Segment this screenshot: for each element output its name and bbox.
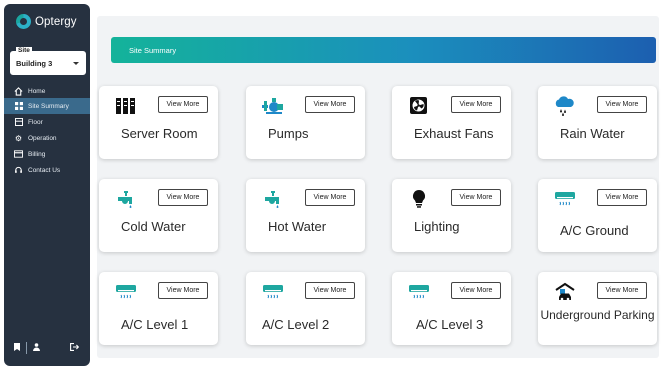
sidebar-item-label: Billing — [28, 150, 46, 158]
card-title: Pumps — [268, 126, 309, 141]
card-underground-parking[interactable]: View More Underground Parking — [538, 272, 657, 345]
card-title: A/C Level 2 — [262, 317, 330, 332]
card-exhaust-fans[interactable]: View More Exhaust Fans — [392, 86, 511, 159]
faucet-icon — [262, 189, 284, 209]
view-more-button[interactable]: View More — [451, 189, 501, 206]
card-ac-level-3[interactable]: View More A/C Level 3 — [392, 272, 511, 345]
view-more-button[interactable]: View More — [597, 189, 647, 206]
banner-title: Site Summary — [129, 46, 177, 55]
card-lighting[interactable]: View More Lighting — [392, 179, 511, 252]
view-more-button[interactable]: View More — [451, 282, 501, 299]
brand-name: Optergy — [35, 15, 77, 28]
bookmark-icon[interactable] — [14, 343, 20, 353]
parking-garage-icon — [554, 282, 576, 302]
card-title: Lighting — [414, 219, 460, 234]
card-hot-water[interactable]: View More Hot Water — [246, 179, 365, 252]
card-title: Underground Parking — [540, 308, 655, 322]
card-pumps[interactable]: View More Pumps — [246, 86, 365, 159]
logout-icon[interactable] — [70, 343, 80, 353]
sidebar-footer — [14, 342, 80, 354]
air-conditioner-icon — [115, 282, 137, 302]
brand[interactable]: Optergy — [16, 14, 77, 29]
fan-icon — [408, 96, 430, 116]
card-title: A/C Ground — [560, 223, 629, 238]
view-more-button[interactable]: View More — [305, 282, 355, 299]
home-icon — [14, 86, 23, 96]
caret-down-icon — [73, 62, 79, 65]
card-title: A/C Level 1 — [121, 317, 189, 332]
card-ac-ground[interactable]: View More A/C Ground — [538, 179, 657, 252]
site-select-value: Building 3 — [16, 59, 53, 68]
rain-cloud-icon — [554, 96, 576, 116]
air-conditioner-icon — [408, 282, 430, 302]
view-more-button[interactable]: View More — [158, 96, 208, 113]
pump-icon — [262, 96, 284, 116]
sidebar-item-billing[interactable]: Billing — [4, 146, 90, 162]
view-more-button[interactable]: View More — [158, 189, 208, 206]
view-more-button[interactable]: View More — [305, 189, 355, 206]
billing-card-icon — [14, 150, 23, 159]
footer-divider — [26, 342, 27, 354]
sidebar-item-home[interactable]: Home — [4, 84, 90, 98]
dashboard-icon — [14, 102, 23, 111]
user-icon[interactable] — [33, 343, 40, 353]
air-conditioner-icon — [262, 282, 284, 302]
card-title: Cold Water — [121, 219, 186, 234]
card-ac-level-2[interactable]: View More A/C Level 2 — [246, 272, 365, 345]
sidebar-item-label: Operation — [28, 134, 57, 142]
card-rain-water[interactable]: View More Rain Water — [538, 86, 657, 159]
faucet-icon — [115, 189, 137, 209]
sidebar-item-site-summary[interactable]: Site Summary — [4, 98, 90, 114]
floor-plan-icon — [14, 118, 23, 127]
sidebar-item-operation[interactable]: ⚙ Operation — [4, 130, 90, 146]
sidebar-item-label: Site Summary — [28, 102, 69, 110]
sidebar-item-label: Floor — [28, 118, 43, 126]
view-more-button[interactable]: View More — [158, 282, 208, 299]
server-icon — [115, 96, 137, 116]
sidebar-item-floor[interactable]: Floor — [4, 114, 90, 130]
view-more-button[interactable]: View More — [305, 96, 355, 113]
sidebar-item-label: Contact Us — [28, 166, 61, 174]
air-conditioner-icon — [554, 189, 576, 209]
card-title: A/C Level 3 — [416, 317, 484, 332]
card-cold-water[interactable]: View More Cold Water — [99, 179, 218, 252]
site-summary-banner: Site Summary — [111, 37, 656, 63]
card-title: Exhaust Fans — [414, 126, 494, 141]
sidebar: Optergy Site Building 3 Home Site Summar… — [4, 4, 90, 366]
site-select-legend: Site — [16, 47, 32, 55]
card-server-room[interactable]: View More Server Room — [99, 86, 218, 159]
site-select[interactable]: Site Building 3 — [10, 47, 86, 75]
optergy-logo-icon — [16, 14, 31, 29]
view-more-button[interactable]: View More — [597, 282, 647, 299]
gear-icon: ⚙ — [14, 133, 23, 143]
view-more-button[interactable]: View More — [597, 96, 647, 113]
support-icon — [14, 166, 23, 175]
view-more-button[interactable]: View More — [451, 96, 501, 113]
sidebar-item-contact-us[interactable]: Contact Us — [4, 162, 90, 178]
sidebar-nav: Home Site Summary Floor ⚙ Operation Bill… — [4, 84, 90, 178]
sidebar-item-label: Home — [28, 87, 46, 95]
lightbulb-icon — [408, 189, 430, 209]
card-title: Rain Water — [560, 126, 625, 141]
card-title: Hot Water — [268, 219, 327, 234]
card-title: Server Room — [121, 126, 198, 141]
card-ac-level-1[interactable]: View More A/C Level 1 — [99, 272, 218, 345]
